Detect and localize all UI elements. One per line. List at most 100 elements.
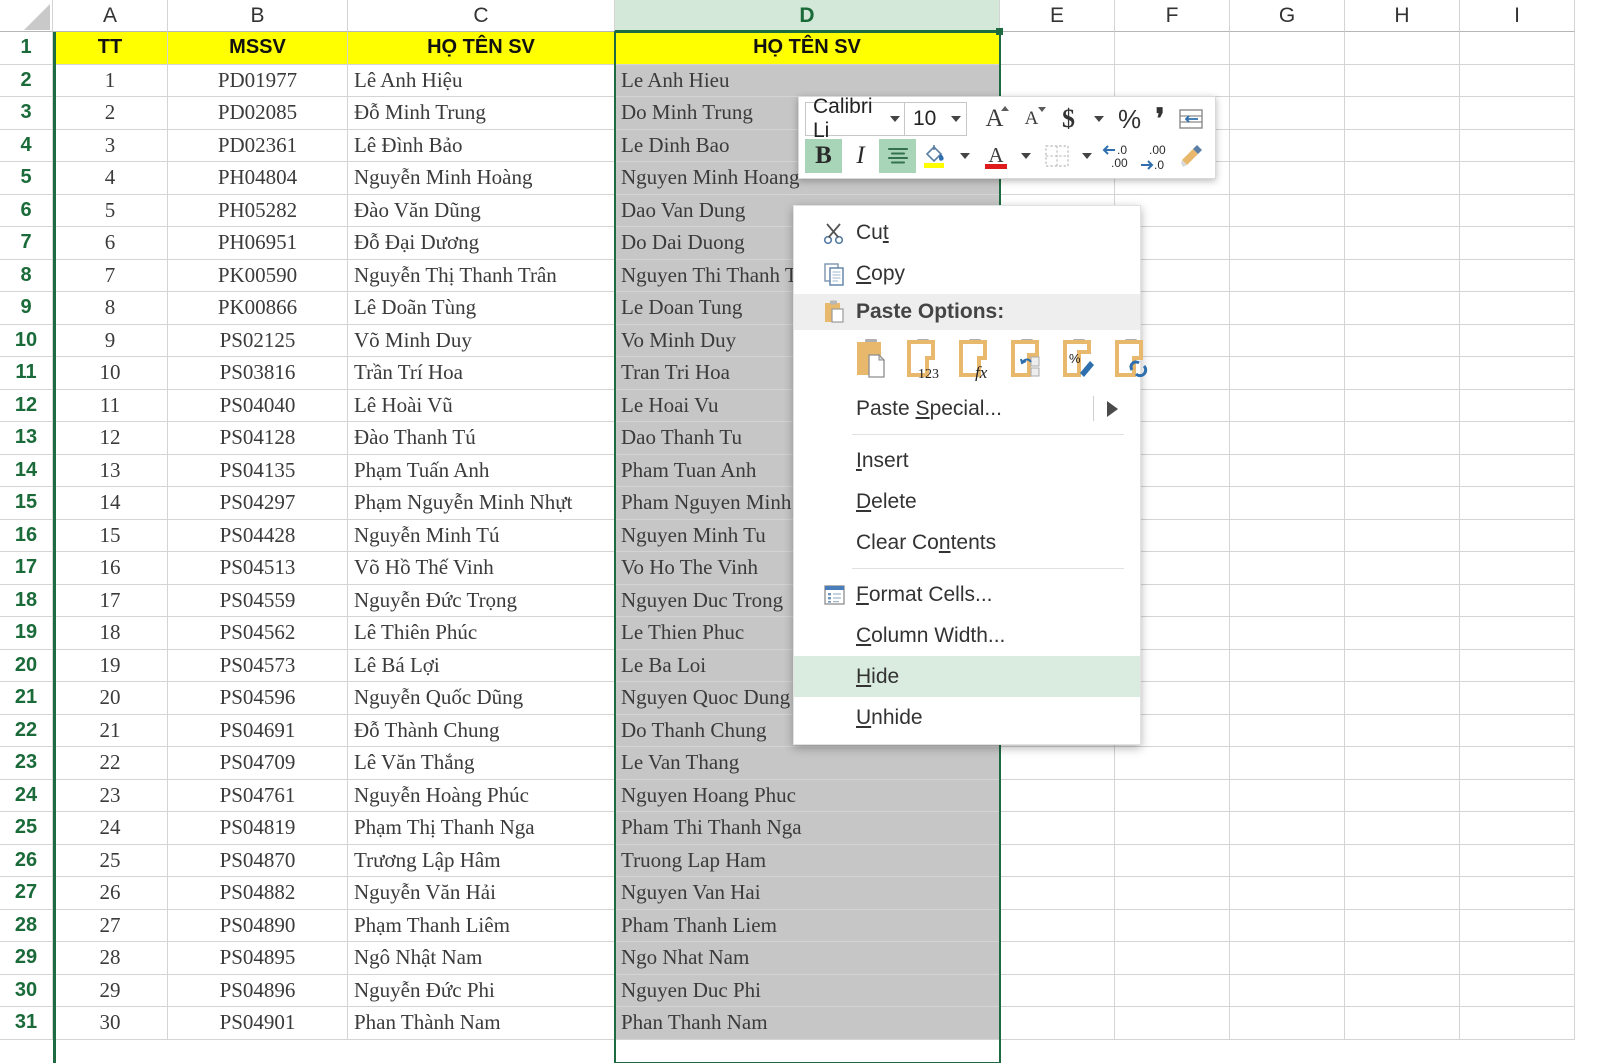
cell-I29[interactable] [1460, 942, 1575, 975]
cell-A3[interactable]: 2 [53, 97, 168, 130]
cell-C14[interactable]: Phạm Tuấn Anh [348, 454, 615, 487]
row-header-9[interactable]: 9 [0, 292, 53, 325]
context-menu-item-insert[interactable]: Insert [794, 440, 1140, 481]
cell-C21[interactable]: Nguyễn Quốc Dũng [348, 682, 615, 715]
cell-B13[interactable]: PS04128 [168, 422, 348, 455]
cell-I3[interactable] [1460, 97, 1575, 130]
context-menu-item-format-cells[interactable]: Format Cells... [794, 574, 1140, 615]
cell-G13[interactable] [1230, 422, 1345, 455]
cell-A13[interactable]: 12 [53, 422, 168, 455]
column-header-h[interactable]: H [1345, 0, 1460, 32]
cell-I27[interactable] [1460, 877, 1575, 910]
cell-H25[interactable] [1345, 812, 1460, 845]
cell-A23[interactable]: 22 [53, 747, 168, 780]
paste-values-icon[interactable]: 123 [904, 337, 944, 382]
cell-A17[interactable]: 16 [53, 552, 168, 585]
cell-C30[interactable]: Nguyễn Đức Phi [348, 974, 615, 1007]
row-header-23[interactable]: 23 [0, 747, 53, 780]
cell-B29[interactable]: PS04895 [168, 942, 348, 975]
cell-G21[interactable] [1230, 682, 1345, 715]
increase-decimal-button[interactable]: .00 .0 [1136, 139, 1173, 173]
cell-B3[interactable]: PD02085 [168, 97, 348, 130]
cell-H14[interactable] [1345, 454, 1460, 487]
cell-C20[interactable]: Lê Bá Lợi [348, 649, 615, 682]
context-menu-item-delete[interactable]: Delete [794, 481, 1140, 522]
cell-A18[interactable]: 17 [53, 584, 168, 617]
paste-link-icon[interactable] [1112, 337, 1152, 381]
cell-A25[interactable]: 24 [53, 812, 168, 845]
cell-A5[interactable]: 4 [53, 162, 168, 195]
cell-H19[interactable] [1345, 617, 1460, 650]
cell-A1[interactable]: TT [53, 32, 168, 65]
cell-A6[interactable]: 5 [53, 194, 168, 227]
cell-E29[interactable] [1000, 942, 1115, 975]
cell-G6[interactable] [1230, 194, 1345, 227]
column-header-b[interactable]: B [168, 0, 348, 32]
cell-B22[interactable]: PS04691 [168, 714, 348, 747]
cell-H5[interactable] [1345, 162, 1460, 195]
cell-I21[interactable] [1460, 682, 1575, 715]
cell-B19[interactable]: PS04562 [168, 617, 348, 650]
center-align-button[interactable] [879, 139, 916, 173]
row-header-6[interactable]: 6 [0, 194, 53, 227]
cell-I23[interactable] [1460, 747, 1575, 780]
cell-A31[interactable]: 30 [53, 1007, 168, 1040]
cell-G27[interactable] [1230, 877, 1345, 910]
cell-I9[interactable] [1460, 292, 1575, 325]
cell-G11[interactable] [1230, 357, 1345, 390]
column-header-a[interactable]: A [53, 0, 168, 32]
row-header-7[interactable]: 7 [0, 227, 53, 260]
cell-H18[interactable] [1345, 584, 1460, 617]
cell-C28[interactable]: Phạm Thanh Liêm [348, 909, 615, 942]
row-header-5[interactable]: 5 [0, 162, 53, 195]
cell-C29[interactable]: Ngô Nhật Nam [348, 942, 615, 975]
cell-I12[interactable] [1460, 389, 1575, 422]
cell-B26[interactable]: PS04870 [168, 844, 348, 877]
cell-D26[interactable]: Truong Lap Ham [615, 844, 1000, 877]
cell-G19[interactable] [1230, 617, 1345, 650]
column-header-i[interactable]: I [1460, 0, 1575, 32]
cell-B6[interactable]: PH05282 [168, 194, 348, 227]
context-menu-item-clear-contents[interactable]: Clear Contents [794, 522, 1140, 563]
cell-H24[interactable] [1345, 779, 1460, 812]
context-menu-item-unhide[interactable]: Unhide [794, 697, 1140, 738]
italic-button[interactable]: I [842, 139, 879, 173]
cell-A14[interactable]: 13 [53, 454, 168, 487]
row-header-20[interactable]: 20 [0, 649, 53, 682]
cell-C17[interactable]: Võ Hồ Thế Vinh [348, 552, 615, 585]
row-header-22[interactable]: 22 [0, 714, 53, 747]
cell-D24[interactable]: Nguyen Hoang Phuc [615, 779, 1000, 812]
cell-E30[interactable] [1000, 974, 1115, 1007]
cell-A29[interactable]: 28 [53, 942, 168, 975]
row-header-10[interactable]: 10 [0, 324, 53, 357]
cell-G29[interactable] [1230, 942, 1345, 975]
cell-B17[interactable]: PS04513 [168, 552, 348, 585]
bold-button[interactable]: B [805, 139, 842, 173]
cell-C16[interactable]: Nguyễn Minh Tú [348, 519, 615, 552]
cell-B20[interactable]: PS04573 [168, 649, 348, 682]
cell-G12[interactable] [1230, 389, 1345, 422]
row-header-13[interactable]: 13 [0, 422, 53, 455]
cell-B10[interactable]: PS02125 [168, 324, 348, 357]
cell-E25[interactable] [1000, 812, 1115, 845]
cell-B2[interactable]: PD01977 [168, 64, 348, 97]
cell-C23[interactable]: Lê Văn Thắng [348, 747, 615, 780]
cell-E2[interactable] [1000, 64, 1115, 97]
cell-C13[interactable]: Đào Thanh Tú [348, 422, 615, 455]
cell-C2[interactable]: Lê Anh Hiệu [348, 64, 615, 97]
percent-format-button[interactable]: % [1111, 102, 1148, 136]
cell-F29[interactable] [1115, 942, 1230, 975]
cell-B5[interactable]: PH04804 [168, 162, 348, 195]
cell-A2[interactable]: 1 [53, 64, 168, 97]
cell-D23[interactable]: Le Van Thang [615, 747, 1000, 780]
cell-C19[interactable]: Lê Thiên Phúc [348, 617, 615, 650]
paste-transpose-icon[interactable] [1008, 337, 1048, 381]
cell-B31[interactable]: PS04901 [168, 1007, 348, 1040]
row-header-1[interactable]: 1 [0, 32, 53, 65]
cell-A30[interactable]: 29 [53, 974, 168, 1007]
cell-G23[interactable] [1230, 747, 1345, 780]
cell-H11[interactable] [1345, 357, 1460, 390]
font-color-dropdown[interactable] [1014, 139, 1038, 173]
cell-F2[interactable] [1115, 64, 1230, 97]
cell-C4[interactable]: Lê Đình Bảo [348, 129, 615, 162]
